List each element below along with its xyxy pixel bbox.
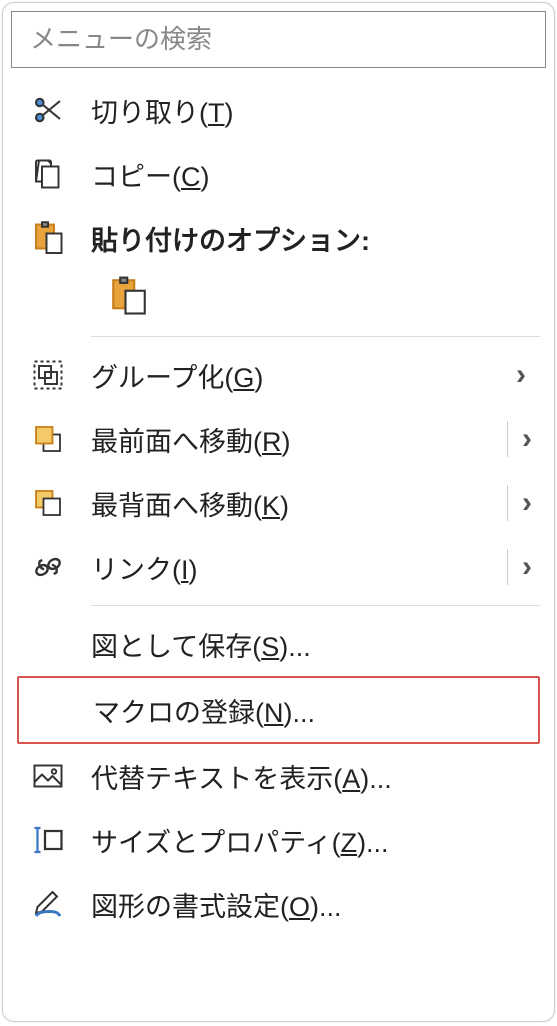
menu-save-as-picture[interactable]: 図として保存(S)... (17, 612, 540, 676)
bring-front-icon (25, 419, 71, 459)
menu-label: 図として保存(S)... (91, 625, 532, 664)
paste-option-button[interactable] (101, 270, 157, 326)
context-menu: 切り取り(T) コピー(C) 貼り付けのオプション: (2, 2, 555, 1022)
menu-label: 最前面へ移動(R) (91, 420, 507, 459)
menu-send-back[interactable]: 最背面へ移動(K) › (17, 471, 540, 535)
group-icon (25, 355, 71, 395)
menu-label: 貼り付けのオプション: (91, 219, 532, 258)
copy-icon (25, 154, 71, 194)
menu-section: 切り取り(T) コピー(C) 貼り付けのオプション: (11, 78, 546, 936)
menu-label: グループ化(G) (91, 356, 516, 395)
menu-group[interactable]: グループ化(G) › (17, 343, 540, 407)
menu-assign-macro[interactable]: マクロの登録(N)... (17, 676, 540, 744)
menu-paste-options-header: 貼り付けのオプション: (17, 206, 540, 270)
menu-label: マクロの登録(N)... (93, 691, 530, 730)
menu-label: リンク(I) (91, 548, 507, 587)
menu-format-shape[interactable]: 図形の書式設定(O)... (17, 872, 540, 936)
menu-label: 最背面へ移動(K) (91, 484, 507, 523)
menu-search-input[interactable] (11, 11, 546, 68)
menu-link[interactable]: リンク(I) › (17, 535, 540, 599)
menu-alt-text[interactable]: 代替テキストを表示(A)... (17, 744, 540, 808)
scissors-icon (25, 90, 71, 130)
format-shape-icon (25, 884, 71, 924)
menu-label: コピー(C) (91, 155, 532, 194)
divider (91, 336, 540, 337)
menu-cut[interactable]: 切り取り(T) (17, 78, 540, 142)
menu-size-properties[interactable]: サイズとプロパティ(Z)... (17, 808, 540, 872)
split-button-chevron[interactable]: › (507, 549, 532, 585)
clipboard-icon (108, 275, 150, 322)
paste-option-row (17, 270, 540, 326)
chevron-right-icon: › (516, 358, 526, 392)
link-icon (25, 547, 71, 587)
send-back-icon (25, 483, 71, 523)
menu-copy[interactable]: コピー(C) (17, 142, 540, 206)
divider (91, 605, 540, 606)
menu-label: サイズとプロパティ(Z)... (91, 821, 532, 860)
split-button-chevron[interactable]: › (507, 485, 532, 521)
menu-label: 図形の書式設定(O)... (91, 885, 532, 924)
alt-text-icon (25, 756, 71, 796)
size-icon (25, 820, 71, 860)
split-button-chevron[interactable]: › (507, 421, 532, 457)
menu-label: 代替テキストを表示(A)... (91, 757, 532, 796)
menu-label: 切り取り(T) (91, 91, 532, 130)
paste-icon (25, 218, 71, 258)
menu-bring-front[interactable]: 最前面へ移動(R) › (17, 407, 540, 471)
